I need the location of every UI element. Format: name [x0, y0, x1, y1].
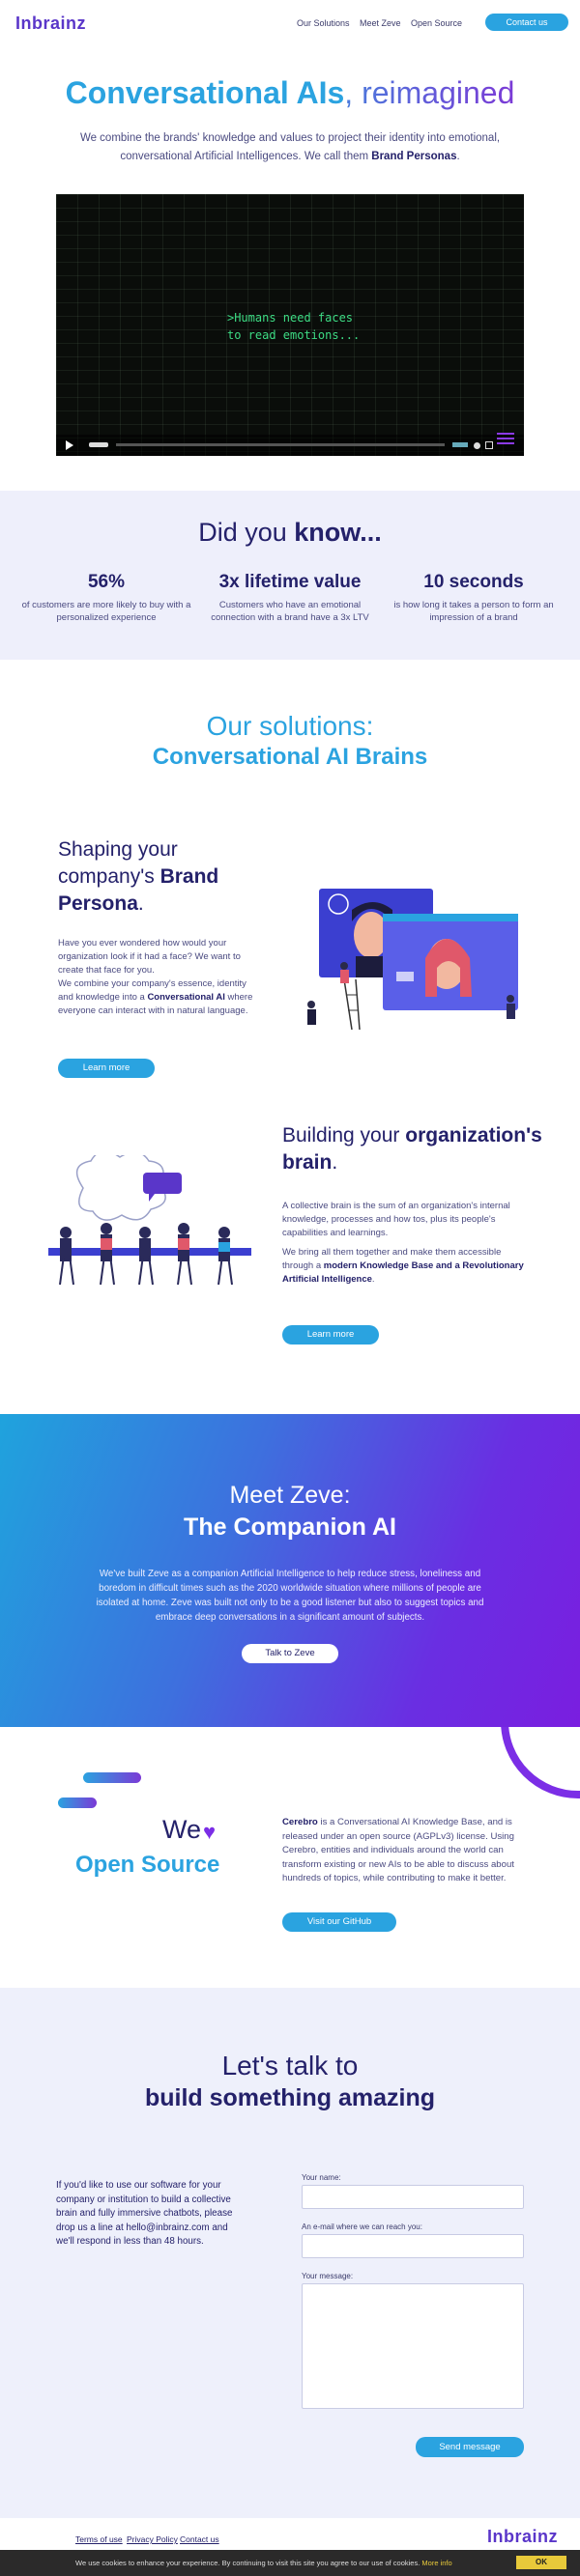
nav-meet-zeve[interactable]: Meet Zeve [360, 18, 401, 28]
contact-text: If you'd like to use our software for yo… [56, 2180, 233, 2247]
meet-zeve-section: Meet Zeve: The Companion AI We've built … [0, 1414, 580, 1727]
logo[interactable]: Inbrainz [15, 14, 86, 34]
stat-item: 10 seconds is how long it takes a person… [387, 572, 561, 624]
name-label: Your name: [302, 2173, 341, 2182]
did-you-know-title: Did you know... [198, 518, 382, 547]
heart-icon: ♥ [203, 1820, 217, 1844]
stat-desc: is how long it takes a person to form an… [393, 600, 554, 623]
video-controls [56, 435, 524, 456]
cerebro-text: Cerebro is a Conversational AI Knowledge… [282, 1817, 514, 1883]
privacy-link[interactable]: Privacy Policy [127, 2534, 178, 2544]
video-caption: >Humans need faces to read emotions... [226, 311, 361, 342]
contact-subtitle: build something amazing [144, 2084, 435, 2111]
learn-more-button[interactable]: Learn more [282, 1325, 379, 1345]
contact-link[interactable]: Contact us [180, 2534, 219, 2544]
stat-number: 56% [87, 572, 126, 592]
talk-to-zeve-button[interactable]: Talk to Zeve [242, 1644, 338, 1663]
cookie-banner: We use cookies to enhance your experienc… [0, 2550, 580, 2576]
time-display [89, 442, 108, 447]
menu-icon[interactable] [497, 433, 514, 444]
contact-section: Let's talk to build something amazing If… [0, 1988, 580, 2518]
open-source-title: Open Source [75, 1852, 220, 1878]
name-input[interactable] [302, 2185, 524, 2209]
stat-desc: of customers are more likely to buy with… [21, 600, 191, 623]
zeve-subtitle: The Companion AI [184, 1514, 396, 1541]
visit-github-button[interactable]: Visit our GitHub [282, 1912, 396, 1932]
play-icon[interactable] [66, 440, 73, 450]
email-input[interactable] [302, 2234, 524, 2258]
stat-item: 3x lifetime value Customers who have an … [203, 572, 377, 624]
volume-slider[interactable] [452, 442, 468, 447]
zeve-text: We've built Zeve as a companion Artifici… [96, 1569, 484, 1623]
learn-more-button[interactable]: Learn more [58, 1059, 155, 1078]
terms-link[interactable]: Terms of use [75, 2534, 123, 2544]
brand-persona-text1: Have you ever wondered how would your or… [58, 938, 241, 976]
we-text: We [162, 1815, 202, 1844]
decorative-pill [83, 1772, 141, 1783]
cookie-ok-button[interactable]: OK [516, 2556, 566, 2569]
zeve-title: Meet Zeve: [229, 1482, 351, 1509]
brain-heading: Building your organization's brain. [282, 1124, 542, 1174]
brand-persona-text2: We combine your company's essence, ident… [58, 978, 253, 1016]
stat-number: 3x lifetime value [218, 572, 362, 592]
video-player[interactable]: >Humans need faces to read emotions... [56, 194, 524, 456]
message-textarea[interactable] [302, 2283, 524, 2409]
decorative-pill [58, 1798, 97, 1808]
hero-title: Conversational AIs, reimagined [65, 75, 515, 110]
brand-persona-heading: Shaping your company's Brand Persona. [58, 838, 219, 915]
stat-item: 56% of customers are more likely to buy … [19, 572, 193, 624]
brain-text2: We bring all them together and make them… [282, 1247, 524, 1285]
decorative-ring [501, 1727, 580, 1798]
stat-number: 10 seconds [423, 572, 524, 592]
collective-brain-illustration [48, 1155, 251, 1286]
solutions-subtitle: Conversational AI Brains [152, 744, 428, 770]
brain-text1: A collective brain is the sum of an orga… [282, 1201, 510, 1238]
stat-desc: Customers who have an emotional connecti… [211, 600, 369, 623]
send-message-button[interactable]: Send message [416, 2437, 524, 2457]
fullscreen-icon[interactable] [485, 441, 493, 449]
brand-persona-illustration [307, 889, 518, 1031]
contact-us-button[interactable]: Contact us [485, 14, 568, 31]
footer-logo[interactable]: Inbrainz [487, 2527, 558, 2547]
hero-subtitle: We combine the brands' knowledge and val… [79, 132, 501, 162]
email-label: An e-mail where we can reach you: [302, 2222, 422, 2231]
did-you-know-section: Did you know... 56% of customers are mor… [0, 491, 580, 660]
contact-title: Let's talk to [221, 2051, 359, 2081]
solutions-title: Our solutions: [206, 711, 374, 741]
cookie-text: We use cookies to enhance your experienc… [75, 2559, 452, 2567]
more-info-link[interactable]: More info [421, 2559, 451, 2567]
settings-icon[interactable] [474, 442, 480, 449]
message-label: Your message: [302, 2272, 354, 2280]
video-progress-bar[interactable] [116, 443, 445, 446]
nav-our-solutions[interactable]: Our Solutions [297, 18, 350, 28]
site-header: Inbrainz Our Solutions Meet Zeve Open So… [0, 0, 580, 46]
nav-open-source[interactable]: Open Source [411, 18, 462, 28]
